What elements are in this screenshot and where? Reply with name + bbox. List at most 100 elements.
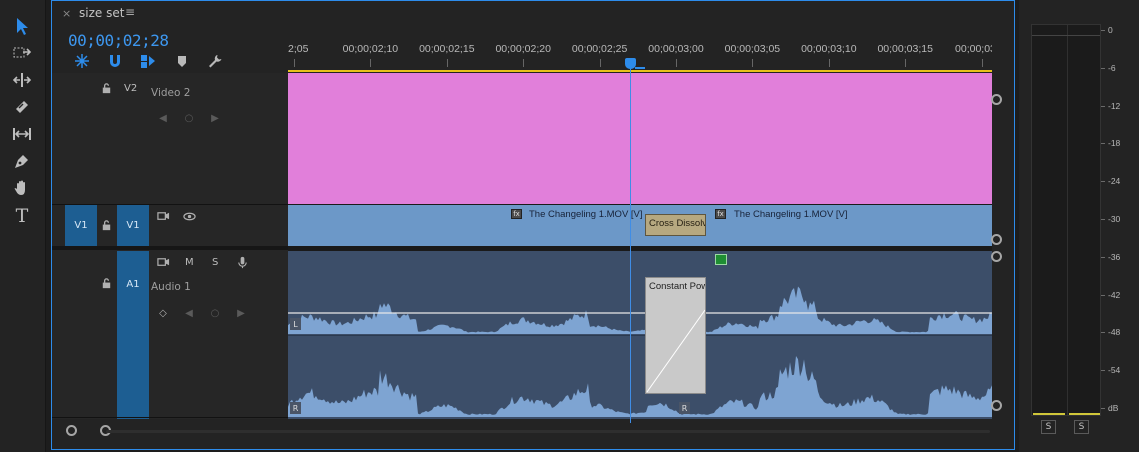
video-transition[interactable]: Cross Dissolve <box>645 214 706 236</box>
ruler-tick-label: 00;00;02;15 <box>419 43 475 55</box>
type-icon: T <box>15 205 29 227</box>
hand-tool-button[interactable] <box>8 177 36 201</box>
track-divider <box>52 417 288 418</box>
a1-sync-lock-icon[interactable] <box>156 255 170 269</box>
track-select-tool-button[interactable] <box>8 42 36 66</box>
marker-icon <box>174 53 190 72</box>
v1-source-patch[interactable]: V1 <box>65 205 97 246</box>
audio-meter <box>1031 24 1101 416</box>
ruler-tick-label: 00;00;02;20 <box>495 43 551 55</box>
scroll-track[interactable] <box>106 430 990 433</box>
ripple-edit-icon <box>12 70 32 93</box>
playhead-line[interactable] <box>630 61 631 423</box>
db-scale-label: 0 <box>1108 25 1113 35</box>
db-scale-label: -36 <box>1108 251 1121 262</box>
ruler-tick-label: 00;00;03;10 <box>801 43 857 55</box>
arrow-icon <box>12 16 32 39</box>
channel-left-label: L <box>290 318 301 330</box>
ripple-edit-tool-button[interactable] <box>8 69 36 93</box>
solo-left-button[interactable]: S <box>1041 420 1056 434</box>
ruler-tick <box>905 59 907 67</box>
razor-tool-button[interactable] <box>8 96 36 120</box>
fx-badge-icon: fx <box>715 209 726 219</box>
ruler-tick <box>828 59 830 67</box>
work-area-bar[interactable] <box>288 70 992 72</box>
meter-peak-line <box>1032 35 1100 36</box>
tracks-area[interactable]: fx The Changeling 1.MOV [V] fx The Chang… <box>288 73 992 419</box>
track-headers: V2 Video 2 ◀ ○ ▶ V1 V1 A1 M S Audio 1 ◇ … <box>52 73 288 419</box>
audio-transition[interactable]: Constant Power <box>645 277 706 394</box>
audio-scroll-handle-bottom[interactable] <box>991 400 1002 411</box>
nest-toggle-button[interactable] <box>72 53 92 71</box>
v2-clip-color-matte[interactable] <box>288 73 992 204</box>
ruler-tick-label: 00;00;02;10 <box>342 43 399 55</box>
selection-tool-button[interactable] <box>8 15 36 39</box>
panel-tab-bar: × size set ≡ <box>52 1 1014 27</box>
sequence-tab-title[interactable]: size set <box>79 6 124 20</box>
v2-next-keyframe-icon[interactable]: ▶ <box>208 111 222 125</box>
db-scale-tick <box>1101 143 1105 145</box>
v1-lock-icon[interactable] <box>99 218 113 232</box>
panel-menu-icon[interactable]: ≡ <box>125 5 135 19</box>
v1-track-target[interactable]: V1 <box>117 205 149 246</box>
channel-right-label: R <box>290 402 301 414</box>
solo-right-button[interactable]: S <box>1074 420 1089 434</box>
linked-selection-icon <box>140 53 156 72</box>
add-marker-button[interactable] <box>172 53 192 71</box>
scroll-handle-top[interactable] <box>991 94 1002 105</box>
a1-waveform <box>288 286 992 417</box>
fx-badge-icon: fx <box>511 209 522 219</box>
audio-meter-panel: 0 -6 -12 -18 -24 -30 -36 -42 -48 -54 dB S S <box>1019 0 1139 452</box>
ruler-tick <box>370 59 372 67</box>
a1-mute-button[interactable]: M <box>185 257 194 268</box>
v2-track-name[interactable]: V2 <box>124 83 137 94</box>
vertical-zoom-scrollbar[interactable] <box>991 73 1014 419</box>
timeline-panel: × size set ≡ 00;00;02;28 2;05 00;00;02;10… <box>51 0 1015 450</box>
a1-voiceover-icon[interactable] <box>235 255 249 269</box>
v2-track-label: Video 2 <box>151 87 191 99</box>
hand-icon <box>12 178 32 201</box>
zoom-handle-left[interactable] <box>66 425 77 436</box>
type-tool-button[interactable]: T <box>8 204 36 228</box>
linked-selection-button[interactable] <box>138 53 158 71</box>
db-scale-tick <box>1101 332 1105 334</box>
v2-add-keyframe-icon[interactable]: ○ <box>182 111 196 125</box>
v1-sync-lock-icon[interactable] <box>156 209 170 223</box>
a1-solo-button[interactable]: S <box>212 257 218 268</box>
v1-clip-right-label: The Changeling 1.MOV [V] <box>734 209 848 220</box>
timeline-settings-button[interactable] <box>205 53 225 71</box>
a1-add-keyframe-icon[interactable]: ○ <box>208 306 222 320</box>
playhead-timecode[interactable]: 00;00;02;28 <box>68 31 169 50</box>
close-tab-icon[interactable]: × <box>62 7 71 20</box>
meter-channel-divider <box>1067 25 1068 415</box>
pen-tool-button[interactable] <box>8 150 36 174</box>
video-audio-divider <box>52 246 288 250</box>
fx-applied-icon[interactable] <box>715 254 727 265</box>
scroll-handle-bottom[interactable] <box>991 234 1002 245</box>
a1-keyframe-toggle-icon[interactable]: ◇ <box>156 306 170 320</box>
pen-icon <box>12 151 32 174</box>
audio-scroll-handle-top[interactable] <box>991 251 1002 262</box>
channel-right-label: R <box>679 402 690 414</box>
v1-clip-left-label: The Changeling 1.MOV [V] <box>529 209 643 220</box>
snap-button[interactable] <box>105 53 125 71</box>
db-scale-tick <box>1101 294 1105 296</box>
ruler-tick-label: 00;00;02;25 <box>571 43 628 55</box>
nest-icon <box>74 53 90 72</box>
v1-eye-icon[interactable] <box>182 209 196 223</box>
db-scale-label: -24 <box>1108 176 1121 187</box>
db-scale-label: -54 <box>1108 365 1121 376</box>
db-scale-label: -12 <box>1108 100 1121 111</box>
a1-lock-icon[interactable] <box>99 276 113 290</box>
v2-prev-keyframe-icon[interactable]: ◀ <box>156 111 170 125</box>
wrench-icon <box>207 53 223 72</box>
ruler-tick <box>294 59 295 67</box>
v2-lock-icon[interactable] <box>99 81 113 95</box>
ruler-tick-label: 00;00;03;2( <box>955 43 992 55</box>
a1-next-keyframe-icon[interactable]: ▶ <box>234 306 248 320</box>
a1-track-target[interactable]: A1 <box>117 251 149 419</box>
a1-prev-keyframe-icon[interactable]: ◀ <box>182 306 196 320</box>
horizontal-zoom-scrollbar[interactable] <box>66 425 992 437</box>
db-scale-label: -6 <box>1108 62 1116 73</box>
slip-tool-button[interactable] <box>8 123 36 147</box>
